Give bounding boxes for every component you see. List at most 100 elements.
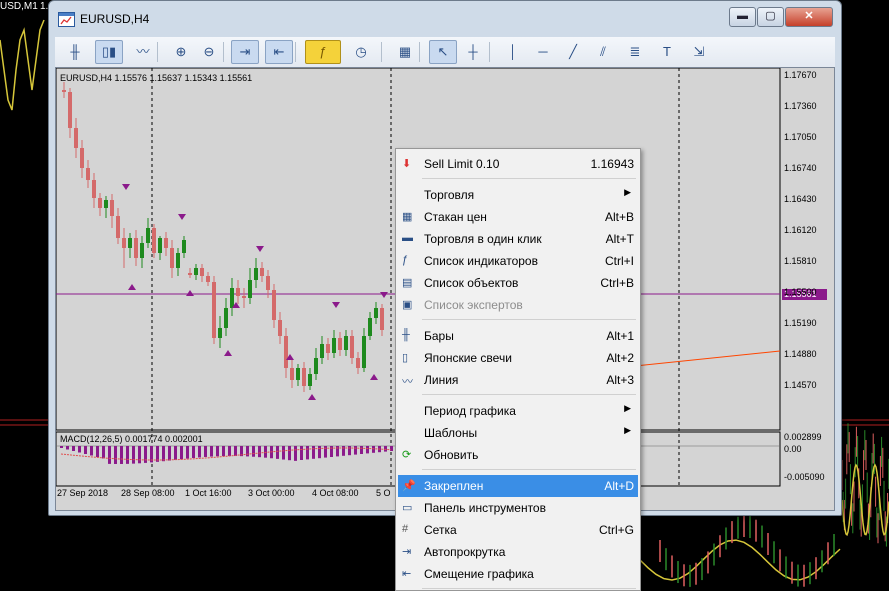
fractal-arrow [380,292,388,298]
macd-histogram-bar [162,446,165,462]
menu-item[interactable]: ⬇ Sell Limit 0.10 1.16943 [398,153,638,175]
bar-chart-icon: ╫ [402,329,410,341]
candlestick [230,278,234,316]
menu-item-label: Период графика [424,404,516,418]
candlestick [212,276,216,344]
auto-scroll-button[interactable]: ⇥ [231,40,259,64]
menu-separator [422,178,636,179]
candlestick [134,230,138,266]
equidistant-channel-button[interactable]: ⫽ [589,40,617,64]
fibonacci-button[interactable]: ≣ [621,40,649,64]
chart-shift-button[interactable]: ⇤ [265,40,293,64]
templates-button[interactable]: ▦ [391,40,419,64]
menu-item-shortcut: Alt+3 [606,373,634,387]
macd-histogram-bar [204,446,207,457]
templates-icon: ▦ [398,44,412,59]
menu-item[interactable]: ⟳ Обновить [398,444,638,466]
candlestick [254,258,258,288]
bar-chart-button[interactable]: ╫ [61,40,89,64]
candlestick [248,268,252,304]
menu-item[interactable]: ƒ Список индикаторов Ctrl+I [398,250,638,272]
one-click-trading-icon: ▬ [402,232,413,244]
window-titlebar[interactable]: EURUSD,H4 ▬ ▢ ✕ [49,1,841,37]
candlestick [302,362,306,392]
fractal-arrow [186,290,194,296]
menu-item-shortcut: Alt+T [605,232,634,246]
menu-item[interactable]: Период графика ▶ [398,400,638,422]
candlestick [290,360,294,388]
pin-icon: 📌 [402,480,416,492]
crosshair-button[interactable]: ┼ [459,40,487,64]
candlestick [224,298,228,336]
time-tick-label: 5 O [376,488,391,498]
toolbar-separator [223,42,224,62]
macd-histogram-bar [168,446,171,461]
fractal-arrow [256,246,264,252]
chart-header: EURUSD,H4 1.15576 1.15637 1.15343 1.1556… [60,73,253,83]
menu-item[interactable]: ▭ Панель инструментов [398,497,638,519]
menu-item[interactable]: ▦ Стакан цен Alt+B [398,206,638,228]
menu-item[interactable]: 〰 Линия Alt+3 [398,369,638,391]
candlesticks-button[interactable]: ▯▮ [95,40,123,64]
submenu-arrow-icon: ▶ [624,187,631,197]
candlestick [362,328,366,372]
macd-histogram-bar [300,446,303,460]
price-tick-label: 1.14570 [784,380,817,390]
toolbar-panel-icon: ▭ [402,502,413,514]
candlestick [296,364,300,386]
menu-item[interactable]: ╫ Бары Alt+1 [398,325,638,347]
indicators-button[interactable]: ƒ [305,40,341,64]
menu-item[interactable]: ⇤ Смещение графика [398,563,638,585]
macd-histogram-bar [84,446,87,454]
price-tick-label: 1.15500 [784,287,817,297]
zoom-out-button[interactable]: ⊖ [195,40,223,64]
price-tick-label: 1.17360 [784,101,817,111]
menu-item-label: Автопрокрутка [424,545,506,559]
close-button[interactable]: ✕ [785,7,833,27]
candlestick [164,232,168,256]
macd-histogram-bar [366,446,369,454]
trendline-button[interactable]: ╱ [559,40,587,64]
menu-item-shortcut: Ctrl+I [604,254,634,268]
arrows-button[interactable]: ⇲ [685,40,713,64]
menu-item-label: Японские свечи [424,351,512,365]
chart-window-icon [58,12,75,27]
candlestick [86,160,90,188]
zoom-in-button[interactable]: ⊕ [167,40,195,64]
chart-shift-icon: ⇤ [273,44,285,59]
horizontal-line-button[interactable]: ─ [529,40,557,64]
menu-item[interactable]: Торговля ▶ [398,184,638,206]
candlestick [152,224,156,258]
maximize-button[interactable]: ▢ [757,7,784,27]
macd-histogram-bar [186,446,189,459]
menu-item[interactable]: Шаблоны ▶ [398,422,638,444]
menu-item[interactable]: # Сетка Ctrl+G [398,519,638,541]
periods-button[interactable]: ◷ [343,40,379,64]
fractal-arrow [178,214,186,220]
macd-histogram-bar [324,446,327,458]
menu-item[interactable]: ▤ Список объектов Ctrl+B [398,272,638,294]
minimize-button[interactable]: ▬ [729,7,756,27]
chart-context-menu: ⬇ Sell Limit 0.10 1.16943 Торговля ▶ ▦ Стакан … [395,148,641,591]
menu-item-label: Список индикаторов [424,254,538,268]
macd-histogram-bar [180,446,183,460]
candlestick [344,330,348,356]
price-tick-label: 1.17670 [784,70,817,80]
macd-histogram-bar [156,446,159,462]
menu-item[interactable]: 📌 Закреплен Alt+D [398,475,638,497]
menu-item-label: Стакан цен [424,210,487,224]
macd-histogram-bar [114,446,117,464]
candlestick [356,352,360,374]
line-chart-button[interactable]: 〰 [129,40,157,64]
horizontal-line-icon: ─ [538,44,548,59]
menu-item-label: Список объектов [424,276,519,290]
candlestick [314,348,318,380]
cursor-button[interactable]: ↖ [429,40,457,64]
menu-item: ▣ Список экспертов [398,294,638,316]
menu-item[interactable]: ⇥ Автопрокрутка [398,541,638,563]
menu-item[interactable]: ▯ Японские свечи Alt+2 [398,347,638,369]
menu-item[interactable]: ▬ Торговля в один клик Alt+T [398,228,638,250]
macd-histogram-bar [228,446,231,457]
text-label-button[interactable]: T [653,40,681,64]
vertical-line-button[interactable]: │ [499,40,527,64]
